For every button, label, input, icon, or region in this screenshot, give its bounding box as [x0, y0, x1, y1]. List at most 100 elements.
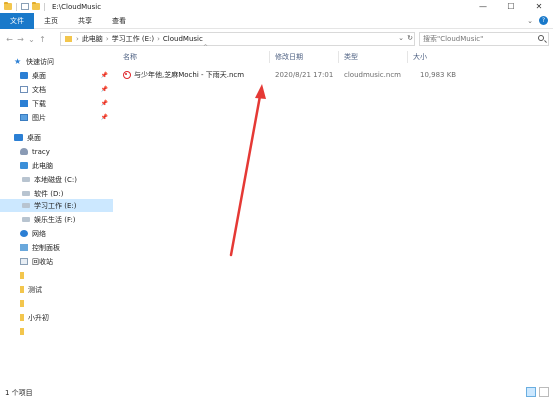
nav-folder-unnamed[interactable]: [0, 325, 113, 338]
nav-label: 测试: [28, 285, 42, 294]
pin-icon: 📌: [100, 86, 108, 93]
new-folder-icon[interactable]: [32, 2, 40, 10]
nav-label: 桌面: [27, 133, 41, 142]
nav-folder-unnamed[interactable]: [0, 297, 113, 310]
navigation-pane: ★ 快速访问 桌面 📌 文档 📌 下载 📌 图片 📌 桌面 tracy 此电脑 …: [0, 49, 113, 384]
nav-network[interactable]: 网络: [0, 227, 113, 240]
tab-view[interactable]: 查看: [102, 13, 136, 29]
folder-icon: [20, 314, 24, 321]
help-icon[interactable]: ?: [539, 16, 548, 25]
search-icon[interactable]: [538, 35, 544, 41]
nav-label: 网络: [32, 229, 46, 238]
file-name-cell[interactable]: 与少年他,芝麻Mochi - 下雨天.ncm: [123, 69, 244, 81]
breadcrumb-separator-icon[interactable]: ›: [157, 35, 160, 43]
nav-folder-test[interactable]: 测试: [0, 283, 113, 296]
forward-arrow-icon[interactable]: →: [15, 32, 26, 46]
nav-item-pictures[interactable]: 图片 📌: [0, 111, 113, 124]
maximize-button[interactable]: ☐: [497, 0, 525, 13]
nav-label: 快速访问: [26, 57, 54, 66]
up-arrow-icon[interactable]: ↑: [37, 32, 48, 46]
drive-icon: [22, 177, 30, 182]
tab-home[interactable]: 主页: [34, 13, 68, 29]
file-name: 与少年他,芝麻Mochi - 下雨天.ncm: [134, 71, 245, 79]
file-modified: 2020/8/21 17:01: [275, 71, 334, 79]
properties-icon[interactable]: [21, 3, 29, 10]
nav-folder-xiaoshengchu[interactable]: 小升初: [0, 311, 113, 324]
view-buttons: [526, 387, 549, 397]
tab-share[interactable]: 共享: [68, 13, 102, 29]
expand-ribbon-icon[interactable]: ⌄: [527, 17, 533, 25]
search-input[interactable]: [423, 35, 533, 43]
divider: [44, 2, 45, 11]
window-title: E:\CloudMusic: [52, 2, 102, 11]
back-arrow-icon[interactable]: ←: [4, 32, 15, 46]
column-header-modified[interactable]: 修改日期: [275, 49, 303, 64]
recent-locations-icon[interactable]: ⌄: [26, 32, 37, 46]
nav-label: 本地磁盘 (C:): [34, 175, 77, 184]
column-header-type[interactable]: 类型: [344, 49, 358, 64]
column-label: 名称: [123, 52, 137, 61]
breadcrumb-separator-icon[interactable]: ›: [106, 35, 109, 43]
drive-icon: [22, 217, 30, 222]
nav-label: 小升初: [28, 313, 49, 322]
pin-icon: 📌: [100, 100, 108, 107]
search-box[interactable]: [419, 32, 549, 46]
downloads-icon: [20, 100, 28, 107]
column-header-size[interactable]: 大小: [413, 49, 427, 64]
breadcrumb-this-pc[interactable]: 此电脑: [82, 34, 103, 44]
user-icon: [20, 148, 28, 155]
minimize-button[interactable]: —: [469, 0, 497, 13]
ribbon-right: ⌄ ?: [527, 16, 548, 25]
tab-file[interactable]: 文件: [0, 12, 34, 29]
quick-access-toolbar: [0, 2, 46, 11]
folder-icon: [20, 286, 24, 293]
column-label: 类型: [344, 52, 358, 61]
window-controls: — ☐ ✕: [469, 0, 553, 13]
nav-control-panel[interactable]: 控制面板: [0, 241, 113, 254]
desktop-icon: [14, 134, 23, 141]
control-panel-icon: [20, 244, 28, 251]
nav-label: 学习工作 (E:): [34, 201, 77, 210]
nav-label: 回收站: [32, 257, 53, 266]
refresh-icon[interactable]: ↻: [407, 34, 413, 42]
folder-icon: [20, 272, 24, 279]
nav-desktop-root[interactable]: 桌面: [0, 131, 113, 144]
nav-label: 文档: [32, 85, 46, 94]
column-label: 大小: [413, 52, 427, 61]
nav-label: 此电脑: [32, 161, 53, 170]
nav-folder-unnamed[interactable]: [0, 269, 113, 282]
computer-icon: [20, 162, 28, 169]
breadcrumb-separator-icon[interactable]: ›: [76, 35, 79, 43]
column-divider[interactable]: [338, 51, 339, 63]
nav-label: 控制面板: [32, 243, 60, 252]
nav-item-desktop[interactable]: 桌面 📌: [0, 69, 113, 82]
column-divider[interactable]: [269, 51, 270, 63]
drive-icon: [22, 203, 30, 208]
sort-caret-icon: ^: [203, 44, 209, 51]
address-bar[interactable]: › 此电脑 › 学习工作 (E:) › CloudMusic ⌄ ↻: [60, 32, 415, 46]
documents-icon: [20, 86, 28, 93]
table-row[interactable]: 与少年他,芝麻Mochi - 下雨天.ncm 2020/8/21 17:01 c…: [114, 69, 553, 81]
large-icons-view-icon[interactable]: [539, 387, 549, 397]
nav-label: 桌面: [32, 71, 46, 80]
nav-recycle-bin[interactable]: 回收站: [0, 255, 113, 268]
close-button[interactable]: ✕: [525, 0, 553, 13]
pin-icon: 📌: [100, 114, 108, 121]
nav-drive-f[interactable]: 娱乐生活 (F:): [0, 213, 113, 226]
address-dropdown-icon[interactable]: ⌄: [398, 34, 404, 42]
details-view-icon[interactable]: [526, 387, 536, 397]
file-list: 名称 ^ 修改日期 类型 大小 与少年他,芝麻Mochi - 下雨天.ncm 2…: [114, 44, 553, 384]
nav-item-downloads[interactable]: 下载 📌: [0, 97, 113, 110]
breadcrumb-cloudmusic[interactable]: CloudMusic: [163, 35, 203, 43]
nav-user[interactable]: tracy: [0, 145, 113, 158]
column-divider[interactable]: [407, 51, 408, 63]
nav-this-pc[interactable]: 此电脑: [0, 159, 113, 172]
netease-music-icon: [123, 71, 131, 79]
nav-drive-e[interactable]: 学习工作 (E:): [0, 199, 113, 212]
breadcrumb-drive-e[interactable]: 学习工作 (E:): [112, 34, 154, 44]
nav-quick-access[interactable]: ★ 快速访问: [0, 55, 113, 68]
nav-item-documents[interactable]: 文档 📌: [0, 83, 113, 96]
column-header-name[interactable]: 名称 ^: [123, 44, 208, 64]
nav-drive-c[interactable]: 本地磁盘 (C:): [0, 173, 113, 186]
file-type: cloudmusic.ncm: [344, 71, 401, 79]
